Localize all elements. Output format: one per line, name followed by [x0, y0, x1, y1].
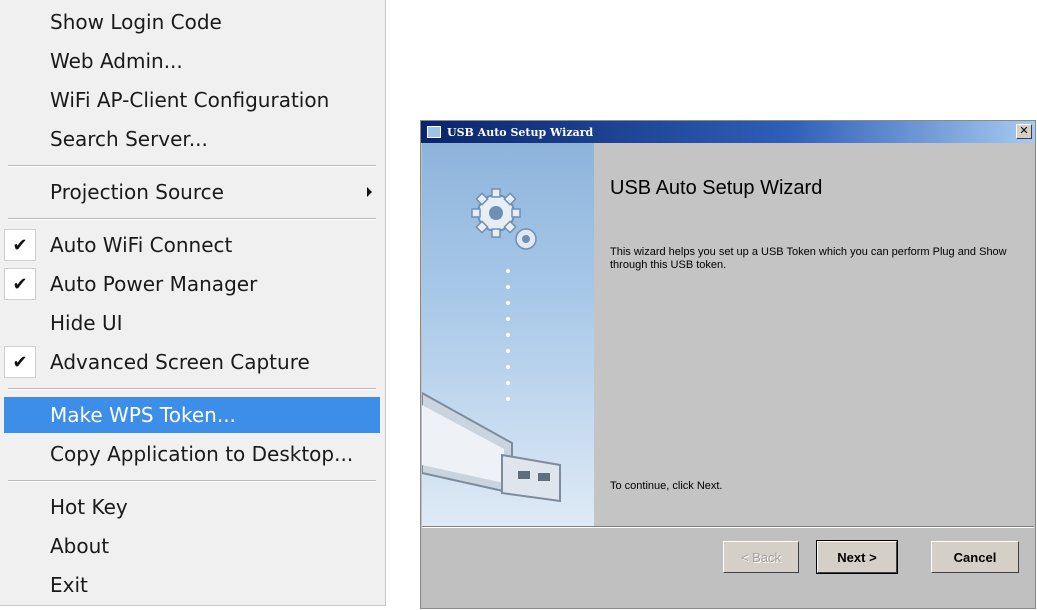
- menu-item-label: Exit: [50, 573, 88, 597]
- wizard-description: This wizard helps you set up a USB Token…: [610, 246, 1007, 271]
- cancel-button[interactable]: Cancel: [931, 541, 1019, 573]
- next-button[interactable]: Next >: [816, 540, 898, 574]
- menu-item-label: Advanced Screen Capture: [50, 350, 310, 374]
- checkmark-icon: ✔: [4, 229, 36, 261]
- wizard-heading: USB Auto Setup Wizard: [610, 177, 823, 199]
- menu-item-show-login-code[interactable]: Show Login Code: [4, 4, 380, 40]
- menu-item-about[interactable]: About: [4, 528, 380, 564]
- back-button[interactable]: < Back: [723, 541, 799, 573]
- menu-item-web-admin[interactable]: Web Admin...: [4, 43, 380, 79]
- menu-item-label: Projection Source: [50, 180, 224, 204]
- menu-separator: [8, 165, 376, 167]
- wizard-illustration: [422, 188, 561, 503]
- menu-separator: [8, 388, 376, 390]
- menu-item-label: Make WPS Token...: [50, 403, 236, 427]
- window-titlebar[interactable]: USB Auto Setup Wizard ✕: [421, 121, 1035, 143]
- checkmark-icon: ✔: [4, 346, 36, 378]
- button-divider: [422, 526, 1034, 528]
- menu-item-exit[interactable]: Exit: [4, 567, 380, 603]
- window-title: USB Auto Setup Wizard: [447, 125, 594, 139]
- menu-item-label: Web Admin...: [50, 49, 183, 73]
- menu-item-search-server[interactable]: Search Server...: [4, 121, 380, 157]
- menu-item-wifi-ap-client-configuration[interactable]: WiFi AP-Client Configuration: [4, 82, 380, 118]
- submenu-arrow-icon: [367, 187, 372, 197]
- app-icon: [427, 126, 441, 138]
- wizard-side-banner: [422, 143, 594, 526]
- progress-dots: [506, 269, 510, 401]
- gear-icon: [471, 188, 537, 250]
- context-menu: Show Login Code Web Admin... WiFi AP-Cli…: [0, 0, 386, 606]
- menu-item-label: Search Server...: [50, 127, 208, 151]
- menu-item-label: Copy Application to Desktop...: [50, 442, 354, 466]
- menu-item-projection-source[interactable]: Projection Source: [4, 174, 380, 210]
- menu-item-label: Hide UI: [50, 311, 123, 335]
- menu-item-hide-ui[interactable]: Hide UI: [4, 305, 380, 341]
- menu-item-advanced-screen-capture[interactable]: ✔ Advanced Screen Capture: [4, 344, 380, 380]
- menu-item-label: Show Login Code: [50, 10, 222, 34]
- menu-item-label: Auto Power Manager: [50, 272, 258, 296]
- close-button[interactable]: ✕: [1016, 124, 1032, 139]
- menu-item-auto-wifi-connect[interactable]: ✔ Auto WiFi Connect: [4, 227, 380, 263]
- menu-item-auto-power-manager[interactable]: ✔ Auto Power Manager: [4, 266, 380, 302]
- menu-separator: [8, 218, 376, 220]
- menu-item-label: WiFi AP-Client Configuration: [50, 88, 330, 112]
- menu-item-label: About: [50, 534, 110, 558]
- usb-auto-setup-wizard-window: USB Auto Setup Wizard ✕ USB Auto Setup W…: [420, 120, 1036, 609]
- menu-item-copy-application-to-desktop[interactable]: Copy Application to Desktop...: [4, 436, 380, 472]
- menu-item-label: Hot Key: [50, 495, 128, 519]
- usb-drive-icon: [422, 391, 561, 503]
- checkmark-icon: ✔: [4, 268, 36, 300]
- menu-item-make-wps-token[interactable]: Make WPS Token...: [4, 397, 380, 433]
- wizard-content: USB Auto Setup Wizard This wizard helps …: [594, 143, 1034, 526]
- menu-item-hot-key[interactable]: Hot Key: [4, 489, 380, 525]
- wizard-continue-hint: To continue, click Next.: [610, 480, 723, 492]
- menu-item-label: Auto WiFi Connect: [50, 233, 233, 257]
- menu-separator: [8, 480, 376, 482]
